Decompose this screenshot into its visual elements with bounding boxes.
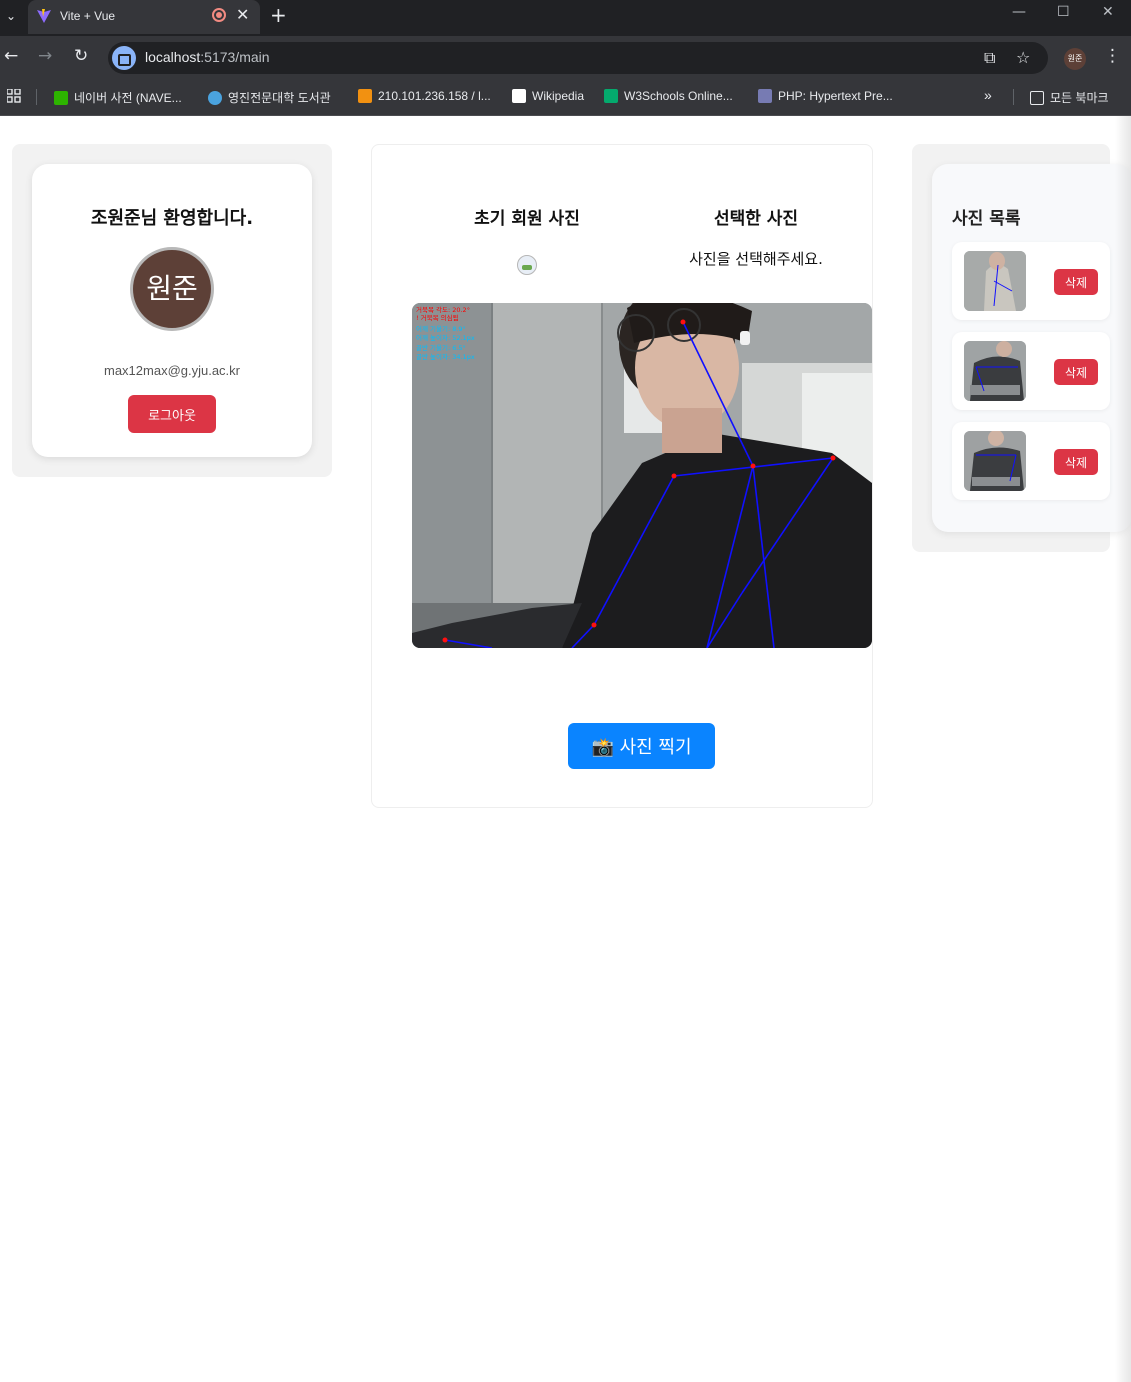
apps-grid-icon[interactable]: [7, 89, 21, 103]
page-edge-shadow: [1115, 116, 1131, 1382]
overlay-pelvis-tilt: 골반 기울기: 6.5°: [416, 343, 466, 352]
bookmarks-bar: 네이버 사전 (NAVE... 영진전문대학 도서관 210.101.236.1…: [0, 80, 1131, 116]
translate-icon[interactable]: ⧉: [984, 48, 995, 68]
take-photo-button[interactable]: 📸 사진 찍기: [568, 723, 715, 769]
delete-photo-button[interactable]: 삭제: [1054, 359, 1098, 385]
more-bookmarks-icon[interactable]: »: [984, 87, 992, 103]
logout-button[interactable]: 로그아웃: [128, 395, 216, 433]
site-info-icon[interactable]: [112, 46, 136, 70]
initial-photo-title: 초기 회원 사진: [474, 209, 580, 229]
photo-list-item[interactable]: 삭제: [952, 332, 1110, 410]
overlay-neck-warning: ! 거북목 의심됨: [416, 313, 459, 322]
right-column: 사진 목록 삭제 삭제 삭제: [912, 144, 1131, 552]
browser-toolbar: ← → ↻ localhost:5173/main ⧉ ☆ 원준 ⋮: [0, 36, 1131, 80]
bookmarks-divider: [1013, 89, 1014, 105]
left-column: 조원준님 환영합니다. 원준 max12max@g.yju.ac.kr 로그아웃: [12, 144, 332, 477]
profile-card: 조원준님 환영합니다. 원준 max12max@g.yju.ac.kr 로그아웃: [32, 164, 312, 457]
wikipedia-icon: [512, 89, 526, 103]
vite-favicon-icon: [37, 9, 51, 23]
recording-icon: [212, 8, 226, 22]
browser-menu-icon[interactable]: ⋮: [1104, 46, 1121, 66]
bookmark-library[interactable]: 영진전문대학 도서관: [208, 89, 331, 106]
photo-list-item[interactable]: 삭제: [952, 422, 1110, 500]
selected-photo-title: 선택한 사진: [713, 209, 799, 229]
camera-feed: 거북목 각도: 20.2° ! 거북목 의심됨 어깨 기울기: 8.9° 어깨 …: [412, 303, 872, 648]
url-text[interactable]: localhost:5173/main: [145, 49, 270, 65]
w3schools-icon: [604, 89, 618, 103]
bookmark-phpmyadmin[interactable]: 210.101.236.158 / l...: [358, 89, 491, 103]
photo-list-panel: 사진 목록 삭제 삭제 삭제: [932, 164, 1131, 532]
initial-photo-broken-image-icon: [517, 255, 537, 275]
phpmyadmin-icon: [358, 89, 372, 103]
all-bookmarks-folder[interactable]: 모든 북마크: [1030, 89, 1109, 106]
overlay-neck-angle: 거북목 각도: 20.2°: [416, 305, 470, 314]
welcome-heading: 조원준님 환영합니다.: [90, 208, 254, 229]
delete-photo-button[interactable]: 삭제: [1054, 269, 1098, 295]
avatar: 원준: [130, 247, 214, 331]
bookmark-star-icon[interactable]: ☆: [1016, 48, 1030, 67]
bookmark-w3schools[interactable]: W3Schools Online...: [604, 89, 733, 103]
address-bar[interactable]: localhost:5173/main ⧉ ☆: [108, 42, 1048, 74]
bookmark-wikipedia[interactable]: Wikipedia: [512, 89, 584, 103]
browser-tab-bar: ⌄ Vite + Vue ✕ + — ☐ ✕: [0, 0, 1131, 36]
select-photo-hint: 사진을 선택해주세요.: [689, 250, 823, 268]
php-icon: [758, 89, 772, 103]
photo-thumbnail[interactable]: [964, 341, 1026, 401]
photo-thumbnail[interactable]: [964, 431, 1026, 491]
app-page: 조원준님 환영합니다. 원준 max12max@g.yju.ac.kr 로그아웃…: [0, 116, 1131, 1382]
tab-title: Vite + Vue: [60, 9, 116, 23]
bookmarks-divider: [36, 89, 37, 105]
minimize-icon[interactable]: —: [1012, 4, 1026, 20]
forward-icon[interactable]: →: [38, 46, 52, 66]
overlay-shoulder-height: 어깨 높이차: 52.1px: [416, 333, 475, 342]
tab-close-icon[interactable]: ✕: [236, 5, 249, 24]
photo-thumbnail[interactable]: [964, 251, 1026, 311]
naver-dict-icon: [54, 91, 68, 105]
bookmark-php[interactable]: PHP: Hypertext Pre...: [758, 89, 893, 103]
new-tab-icon[interactable]: +: [270, 3, 287, 27]
tab-search-icon[interactable]: ⌄: [0, 4, 22, 28]
library-icon: [208, 91, 222, 105]
main-card: 초기 회원 사진 선택한 사진 사진을 선택해주세요. 거북목 각도: 20.2…: [371, 144, 873, 808]
pose-camera-image: 거북목 각도: 20.2° ! 거북목 의심됨 어깨 기울기: 8.9° 어깨 …: [412, 303, 872, 648]
user-email: max12max@g.yju.ac.kr: [103, 363, 241, 378]
overlay-shoulder-tilt: 어깨 기울기: 8.9°: [416, 324, 466, 333]
delete-photo-button[interactable]: 삭제: [1054, 449, 1098, 475]
folder-icon: [1030, 91, 1044, 105]
photo-list-title: 사진 목록: [952, 209, 1021, 229]
browser-tab[interactable]: Vite + Vue ✕: [28, 0, 260, 34]
overlay-pelvis-height: 골반 높이차: 34.1px: [416, 352, 475, 361]
reload-icon[interactable]: ↻: [74, 46, 88, 66]
photo-list-item[interactable]: 삭제: [952, 242, 1110, 320]
bookmark-naver-dict[interactable]: 네이버 사전 (NAVE...: [54, 89, 182, 106]
profile-avatar[interactable]: 원준: [1064, 48, 1086, 70]
maximize-icon[interactable]: ☐: [1057, 4, 1070, 20]
window-close-icon[interactable]: ✕: [1102, 4, 1114, 20]
back-icon[interactable]: ←: [4, 46, 18, 66]
